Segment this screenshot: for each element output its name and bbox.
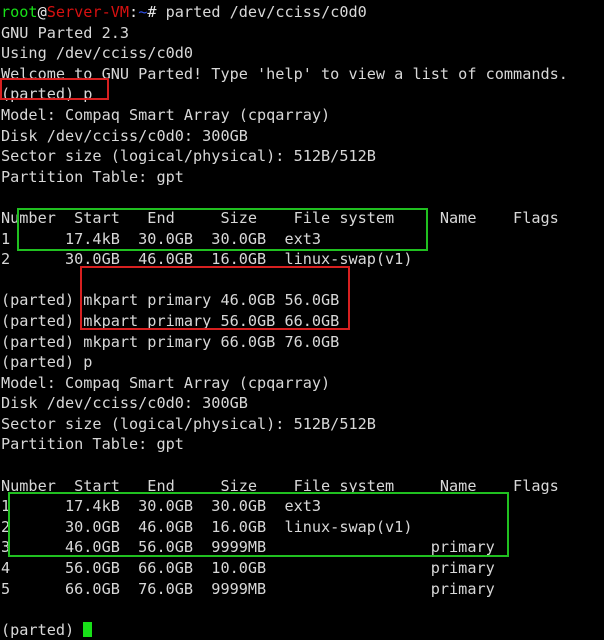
parted-prompt-final: (parted) [1, 620, 604, 640]
output-sector-size-1: Sector size (logical/physical): 512B/512… [1, 147, 376, 166]
terminal-window[interactable]: root@Server-VM:~# parted /dev/cciss/c0d0… [0, 0, 604, 639]
parted-prompt-print-2: (parted) p [1, 353, 93, 372]
parted-command-mkpart-2: (parted) mkpart primary 56.0GB 66.0GB [1, 311, 604, 332]
parted-prompt-label: (parted) [1, 311, 84, 330]
prompt-path: ~ [138, 3, 148, 21]
terminal-screen: root@Server-VM:~# parted /dev/cciss/c0d0… [0, 0, 604, 640]
table-row: 2 30.0GB 46.0GB 16.0GB linux-swap(v1) [1, 517, 413, 536]
mkpart-command-text: mkpart primary 46.0GB 56.0GB [83, 291, 340, 310]
output-welcome-banner: Welcome to GNU Parted! Type 'help' to vi… [1, 64, 568, 83]
output-gnu-parted-version: GNU Parted 2.3 [1, 23, 130, 42]
text-cursor [83, 621, 93, 637]
parted-prompt-print-1: (parted) p [1, 85, 93, 104]
mkpart-command-text: mkpart primary 66.0GB 76.0GB [83, 332, 340, 351]
output-partition-table-1: Partition Table: gpt [1, 167, 184, 186]
parted-command-mkpart-3: (parted) mkpart primary 66.0GB 76.0GB [1, 332, 604, 353]
table-header-1: Number Start End Size File system Name F… [1, 208, 559, 227]
prompt-host: Server-VM [46, 3, 130, 21]
prompt-colon: : [129, 3, 139, 21]
parted-command-mkpart-1: (parted) mkpart primary 46.0GB 56.0GB [1, 290, 604, 311]
prompt-at: @ [37, 3, 47, 21]
parted-prompt-label: (parted) [1, 620, 84, 639]
parted-prompt-label: (parted) [1, 291, 84, 310]
table-row: 2 30.0GB 46.0GB 16.0GB linux-swap(v1) [1, 250, 413, 269]
parted-prompt-label: (parted) [1, 332, 84, 351]
table-row: 1 17.4kB 30.0GB 30.0GB ext3 [1, 229, 322, 248]
output-partition-table-2: Partition Table: gpt [1, 435, 184, 454]
output-disk-2: Disk /dev/cciss/c0d0: 300GB [1, 394, 248, 413]
mkpart-command-text: mkpart primary 56.0GB 66.0GB [83, 311, 340, 330]
table-row: 3 46.0GB 56.0GB 9999MB primary [1, 538, 495, 557]
output-model-2: Model: Compaq Smart Array (cpqarray) [1, 373, 331, 392]
output-disk-1: Disk /dev/cciss/c0d0: 300GB [1, 126, 248, 145]
command-parted: parted /dev/cciss/c0d0 [165, 3, 367, 21]
table-row: 5 66.0GB 76.0GB 9999MB primary [1, 579, 495, 598]
table-row: 4 56.0GB 66.0GB 10.0GB primary [1, 559, 495, 578]
output-using-device: Using /dev/cciss/c0d0 [1, 44, 194, 63]
output-sector-size-2: Sector size (logical/physical): 512B/512… [1, 414, 376, 433]
prompt-sigil: # [147, 3, 166, 21]
shell-prompt-line: root@Server-VM:~# parted /dev/cciss/c0d0 [1, 2, 604, 23]
table-header-2: Number Start End Size File system Name F… [1, 476, 559, 495]
output-model-1: Model: Compaq Smart Array (cpqarray) [1, 105, 331, 124]
table-row: 1 17.4kB 30.0GB 30.0GB ext3 [1, 497, 322, 516]
prompt-user: root [1, 3, 38, 21]
